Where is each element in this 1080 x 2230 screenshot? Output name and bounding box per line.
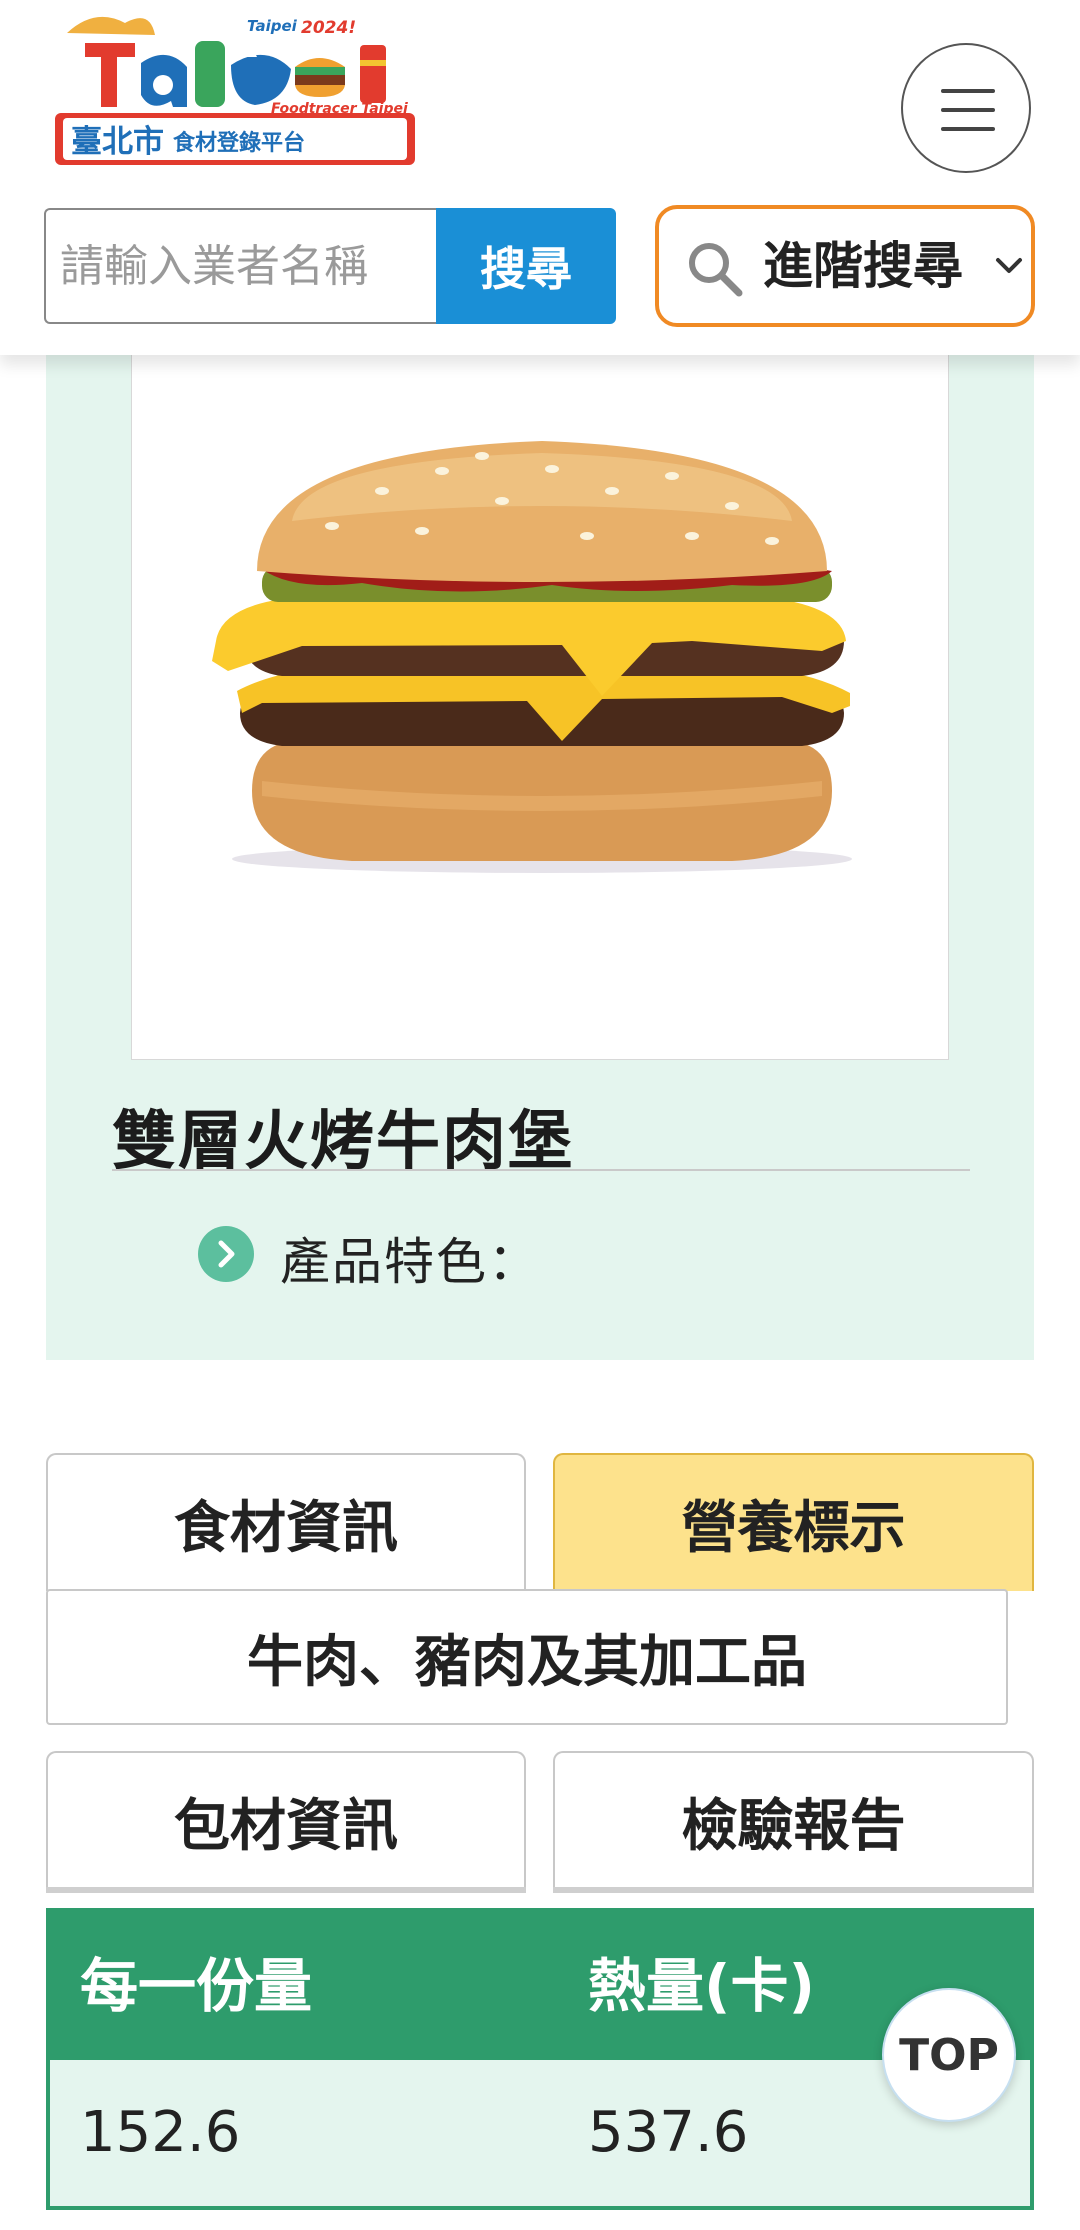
burger-image [212,441,852,873]
menu-icon [941,89,995,93]
svg-text:Foodtracer Taipei: Foodtracer Taipei [271,101,408,117]
site-logo[interactable]: 臺北市 食材登錄平台 Foodtracer Taipei Taipei 2024… [55,5,415,173]
advanced-search-label: 進階搜尋 [763,237,963,295]
tab-label: 包材資訊 [174,1793,398,1859]
column-header-serving: 每一份量 [80,1952,313,2020]
tab-inspection-report[interactable]: 檢驗報告 [553,1751,1034,1893]
advanced-search-button[interactable]: 進階搜尋 [655,205,1035,327]
search-button[interactable]: 搜尋 [436,208,616,324]
tab-nutrition[interactable]: 營養標示 [553,1453,1034,1591]
tab-meat-products[interactable]: 牛肉、豬肉及其加工品 [46,1589,1008,1725]
svg-text:Taipei: Taipei [247,17,298,35]
table-cell-serving: 152.6 [80,2100,241,2165]
tab-label: 檢驗報告 [681,1793,906,1859]
column-header-calories: 熱量(卡) [588,1952,816,2020]
back-to-top-button[interactable]: TOP [882,1988,1016,2122]
search-input[interactable] [44,208,436,324]
svg-text:食材登錄平台: 食材登錄平台 [173,130,305,156]
tab-label: 食材資訊 [174,1495,398,1561]
chevron-right-circle-icon [198,1226,254,1282]
tab-ingredients[interactable]: 食材資訊 [46,1453,526,1591]
svg-text:2024!: 2024! [301,18,356,38]
divider [112,1169,970,1171]
product-image [131,340,949,1060]
table-cell-calories: 537.6 [588,2100,749,2165]
menu-button[interactable] [901,43,1031,173]
tab-label: 營養標示 [681,1495,906,1561]
tab-packaging[interactable]: 包材資訊 [46,1751,526,1893]
logo-title-text: 臺北市 [71,124,164,160]
search-icon [689,243,743,297]
product-feature-label: 產品特色： [280,1233,540,1291]
logo-graphic: 臺北市 食材登錄平台 Foodtracer Taipei Taipei 2024… [55,16,415,165]
tab-label: 牛肉、豬肉及其加工品 [247,1629,807,1695]
site-header: 臺北市 食材登錄平台 Foodtracer Taipei Taipei 2024… [0,0,1080,355]
chevron-down-icon [996,258,1022,273]
